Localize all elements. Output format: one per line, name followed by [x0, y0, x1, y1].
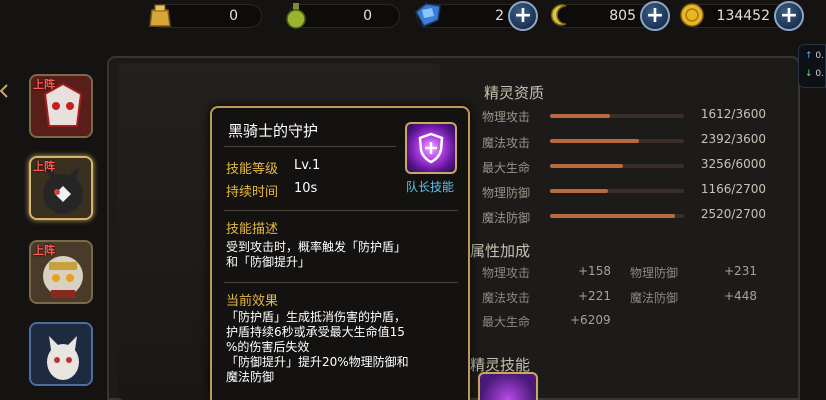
deployed-tag: 上阵 [33, 78, 55, 91]
download-rate-value: 0. [815, 69, 825, 79]
attr-value: +221 [578, 289, 611, 303]
stat-bar-fill [550, 189, 608, 193]
stat-bar [550, 114, 684, 118]
gold-coin-icon [680, 3, 704, 27]
stat-value: 2520/2700 [700, 207, 766, 221]
divider [224, 146, 396, 147]
deployed-tag: 上阵 [33, 160, 55, 173]
divider [224, 282, 458, 283]
stat-bar [550, 189, 684, 193]
attr-label: 最大生命 [482, 315, 531, 329]
leader-skill-label: 队长技能 [406, 180, 455, 194]
stat-bar-fill [550, 139, 639, 143]
stat-label: 魔法攻击 [482, 136, 531, 150]
qualities-title: 精灵资质 [484, 84, 545, 102]
stat-label: 物理防御 [482, 186, 531, 200]
crescent-coin-icon [550, 4, 567, 26]
currency-bar: 0 0 2 + 805 + 134452 + [0, 0, 826, 34]
level-value: Lv.1 [294, 158, 321, 173]
attr-value: +231 [724, 264, 757, 278]
currency-value-crescent: 805 [609, 8, 636, 24]
stat-bar-fill [550, 214, 676, 218]
chevron-left-icon[interactable] [0, 84, 8, 98]
white-cat-portrait-icon [31, 324, 91, 384]
attr-label: 魔法防御 [630, 291, 679, 305]
currency-value-gold: 134452 [716, 8, 770, 24]
add-gold-button[interactable]: + [774, 1, 804, 31]
shield-icon [418, 132, 444, 164]
shield-skill-icon [405, 122, 457, 174]
avatar-slot-1[interactable]: 上阵 [29, 74, 93, 138]
upload-rate-value: 0. [815, 51, 825, 61]
skill-tooltip: 黑骑士的守护 队长技能 技能等级 Lv.1 持续时间 10s 技能描述 受到攻击… [210, 106, 470, 400]
arrow-up-icon: ↑ [805, 51, 813, 61]
description-heading: 技能描述 [226, 222, 279, 237]
attr-value: +158 [578, 264, 611, 278]
spirit-skill-slot[interactable] [478, 372, 538, 400]
level-key: 技能等级 [226, 162, 279, 177]
deployed-tag: 上阵 [33, 244, 55, 257]
upload-rate: ↑ 0. [805, 51, 824, 61]
stat-bar [550, 139, 684, 143]
add-crescent-button[interactable]: + [640, 1, 670, 31]
add-gems-button[interactable]: + [508, 1, 538, 31]
attr-label: 物理防御 [630, 266, 679, 280]
potion-flask-icon [286, 3, 306, 29]
attributes-title: 属性加成 [470, 242, 531, 260]
network-status-widget: ↑ 0. ↓ 0. [798, 44, 826, 88]
stat-label: 物理攻击 [482, 110, 531, 124]
attr-value: +448 [724, 289, 757, 303]
stat-label: 魔法防御 [482, 211, 531, 225]
download-rate: ↓ 0. [805, 69, 824, 79]
stat-value: 1612/3600 [700, 107, 766, 121]
currency-value-gems: 2 [495, 8, 504, 24]
currency-value-potion: 0 [363, 8, 372, 24]
stat-value: 1166/2700 [700, 182, 766, 196]
stat-bar [550, 164, 684, 168]
duration-key: 持续时间 [226, 185, 279, 200]
gold-bag-icon [149, 4, 171, 27]
stat-label: 最大生命 [482, 161, 531, 175]
stat-bar [550, 214, 684, 218]
avatar-slot-3[interactable]: 上阵 [29, 240, 93, 304]
description-text: 受到攻击时，概率触发「防护盾」 和「防御提升」 [226, 240, 407, 269]
blue-gem-icon [415, 3, 441, 27]
attr-label: 物理攻击 [482, 266, 531, 280]
stat-value: 3256/6000 [700, 157, 766, 171]
stat-bar-fill [550, 164, 623, 168]
stat-value: 2392/3600 [700, 132, 766, 146]
effect-heading: 当前效果 [226, 294, 279, 309]
currency-value-stamina: 0 [229, 8, 238, 24]
skill-name: 黑骑士的守护 [228, 122, 319, 140]
stat-bar-fill [550, 114, 611, 118]
attr-label: 魔法攻击 [482, 291, 531, 305]
avatar-slot-4[interactable] [29, 322, 93, 386]
avatar-slot-2[interactable]: 上阵 [29, 156, 93, 220]
duration-value: 10s [294, 181, 318, 196]
attr-value: +6209 [570, 313, 611, 327]
arrow-down-icon: ↓ [805, 69, 813, 79]
divider [224, 210, 458, 211]
effect-text: 「防护盾」生成抵消伤害的护盾， 护盾持续6秒或承受最大生命值15 %的伤害后失效… [226, 310, 409, 384]
